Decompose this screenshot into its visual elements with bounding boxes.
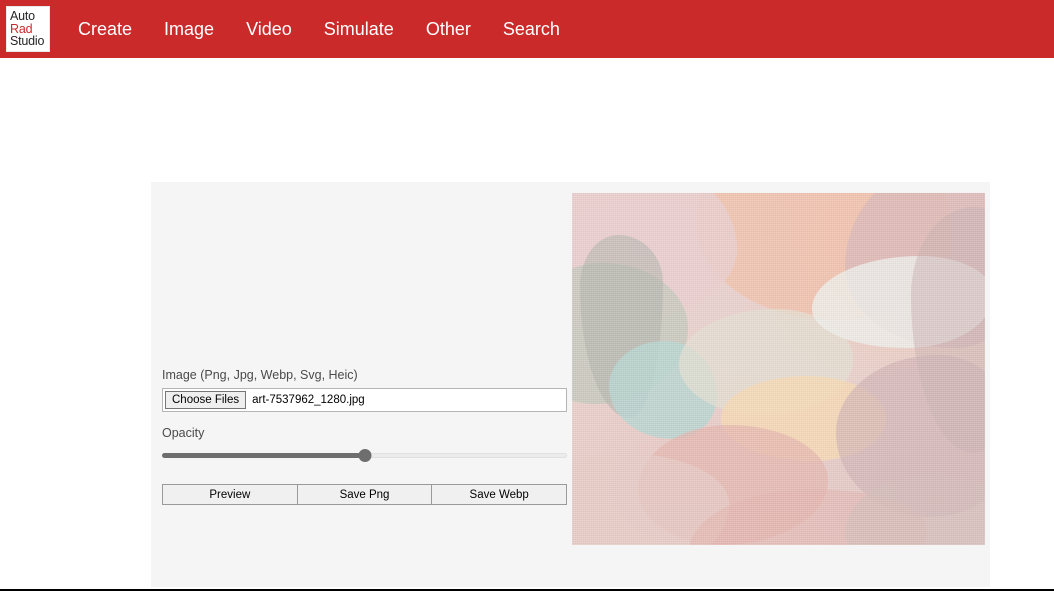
opacity-label: Opacity xyxy=(162,426,205,440)
editor-card: Image (Png, Jpg, Webp, Svg, Heic) Choose… xyxy=(151,182,990,587)
choose-files-button[interactable]: Choose Files xyxy=(165,391,247,409)
brand-line-3: Studio xyxy=(10,34,45,49)
opacity-slider-fill xyxy=(162,453,365,458)
brand-logo[interactable]: Auto Rad Studio xyxy=(6,6,50,52)
form-column: Image (Png, Jpg, Webp, Svg, Heic) Choose… xyxy=(151,182,572,587)
save-webp-button[interactable]: Save Webp xyxy=(431,484,568,505)
image-field-label: Image (Png, Jpg, Webp, Svg, Heic) xyxy=(162,368,358,382)
save-png-button[interactable]: Save Png xyxy=(296,484,433,505)
brand-line-1: Auto xyxy=(10,8,35,23)
preview-button[interactable]: Preview xyxy=(162,484,298,505)
nav-item-create[interactable]: Create xyxy=(62,19,148,40)
nav-item-other[interactable]: Other xyxy=(410,19,487,40)
selected-file-name: art-7537962_1280.jpg xyxy=(252,394,365,406)
nav-item-search[interactable]: Search xyxy=(487,19,576,40)
nav-item-image[interactable]: Image xyxy=(148,19,230,40)
form-controls: Image (Png, Jpg, Webp, Svg, Heic) Choose… xyxy=(162,368,568,505)
nav-links: Create Image Video Simulate Other Search xyxy=(62,19,576,40)
preview-image[interactable] xyxy=(572,193,985,545)
opacity-slider[interactable] xyxy=(162,448,567,462)
preview-column xyxy=(572,182,990,587)
nav-item-simulate[interactable]: Simulate xyxy=(308,19,410,40)
preview-artwork xyxy=(572,193,985,545)
art-grain-texture xyxy=(572,193,985,545)
action-buttons: Preview Save Png Save Webp xyxy=(162,484,568,505)
nav-item-video[interactable]: Video xyxy=(230,19,308,40)
page-body: Image (Png, Jpg, Webp, Svg, Heic) Choose… xyxy=(0,58,1054,589)
opacity-slider-thumb[interactable] xyxy=(358,449,371,462)
file-input[interactable]: Choose Files art-7537962_1280.jpg xyxy=(162,388,567,412)
top-navbar: Auto Rad Studio Create Image Video Simul… xyxy=(0,0,1054,58)
